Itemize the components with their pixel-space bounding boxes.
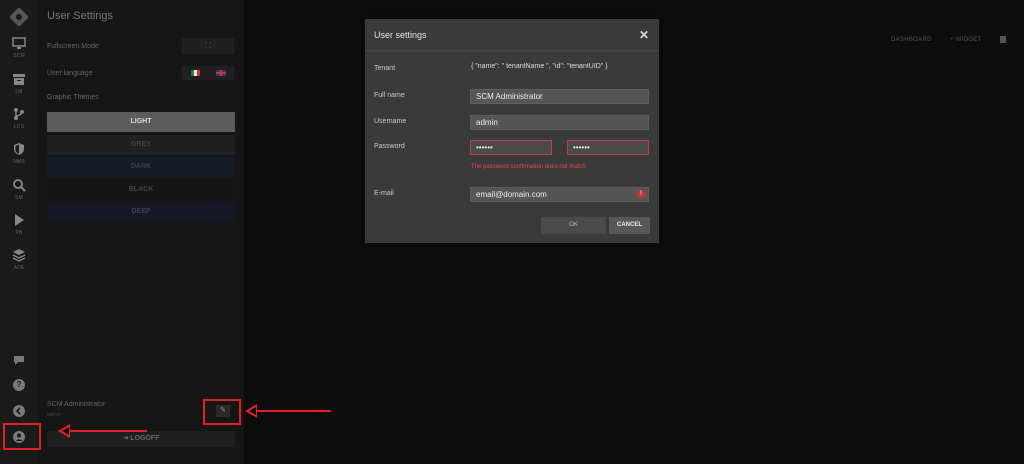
rail-item-ade[interactable]: ADE: [0, 246, 38, 280]
fullscreen-toggle-button[interactable]: ⛶: [182, 38, 234, 54]
autofill-key-icon[interactable]: !: [637, 190, 645, 198]
branch-icon: [14, 108, 24, 120]
current-user-username: admin: [47, 412, 61, 418]
logoff-button[interactable]: ⇥ LOGOFF: [47, 431, 235, 447]
rail-label-sm: SM: [15, 195, 23, 201]
rail-label-lm: LM: [15, 89, 23, 95]
password-confirm-input[interactable]: ••••••: [567, 140, 649, 155]
add-widget-link[interactable]: + WIDGET: [950, 37, 982, 43]
chat-button[interactable]: [0, 349, 38, 371]
icon-rail: SCM LM LCS NMS SM PB ADE ?: [0, 0, 38, 464]
italy-flag-icon: [190, 70, 200, 76]
theme-grey-button[interactable]: GREY: [47, 135, 235, 155]
language-label: User language: [47, 70, 93, 77]
email-label: E-mail: [374, 190, 394, 197]
back-button[interactable]: [0, 400, 38, 422]
rail-item-scm[interactable]: SCM: [0, 34, 38, 68]
password-label: Password: [374, 143, 405, 150]
chat-icon: [14, 356, 24, 365]
monitor-icon: [12, 37, 26, 49]
user-button-arrow-head: [58, 424, 70, 438]
rail-label-nms: NMS: [13, 159, 25, 165]
user-button-arrow-line: [66, 430, 147, 432]
tenant-value: { "name": " tenantName ", "id": "tenantU…: [471, 63, 608, 70]
edit-button-arrow-head: [245, 404, 257, 418]
password-error-message: The password confirmation does not match: [471, 164, 586, 170]
user-settings-dialog: User settings ✕ Tenant { "name": " tenan…: [365, 19, 659, 243]
back-icon: [13, 405, 25, 417]
cancel-button[interactable]: CANCEL: [609, 217, 650, 234]
user-button-highlight-box: [3, 423, 41, 450]
ok-button[interactable]: OK: [541, 217, 606, 234]
theme-deep-button[interactable]: DEEP: [47, 202, 235, 222]
rail-item-lcs[interactable]: LCS: [0, 105, 38, 139]
dashboard-link[interactable]: DASHBOARD: [891, 37, 932, 43]
fullscreen-icon: ⛶: [205, 41, 211, 50]
user-settings-panel: User Settings Fullscreen Mode ⛶ User lan…: [38, 0, 244, 464]
app-root: SCM LM LCS NMS SM PB ADE ? User Settings…: [0, 0, 1024, 464]
current-user-name: SCM Administrator: [47, 401, 106, 408]
layers-icon: [12, 249, 26, 262]
username-label: Username: [374, 118, 407, 125]
rail-item-nms[interactable]: NMS: [0, 140, 38, 174]
help-button[interactable]: ?: [0, 374, 38, 396]
shield-icon: [14, 143, 24, 155]
theme-dark-button[interactable]: DARK: [47, 157, 235, 177]
email-input[interactable]: email@domain.com: [470, 187, 649, 202]
tenant-label: Tenant: [374, 65, 396, 72]
username-input[interactable]: admin: [470, 115, 649, 130]
search-icon: [13, 179, 26, 192]
rail-label-scm: SCM: [13, 53, 25, 59]
rail-label-ade: ADE: [13, 265, 25, 271]
trash-icon[interactable]: [1000, 36, 1006, 43]
fullname-label: Full name: [374, 92, 405, 99]
fullname-input[interactable]: SCM Administrator: [470, 89, 649, 104]
close-icon[interactable]: ✕: [639, 28, 649, 42]
language-english-button[interactable]: [208, 66, 234, 80]
dialog-header: User settings ✕: [365, 19, 659, 51]
rail-label-lcs: LCS: [13, 124, 25, 130]
language-italian-button[interactable]: [182, 66, 208, 80]
themes-label: Graphic Themes: [47, 94, 99, 101]
rail-item-sm[interactable]: SM: [0, 176, 38, 210]
rail-item-pb[interactable]: PB: [0, 211, 38, 245]
rail-item-lm[interactable]: LM: [0, 70, 38, 104]
theme-light-button[interactable]: LIGHT: [47, 112, 235, 132]
uk-flag-icon: [216, 70, 226, 76]
rail-label-pb: PB: [15, 230, 23, 236]
theme-black-button[interactable]: BLACK: [47, 180, 235, 200]
help-icon: ?: [13, 379, 25, 391]
edit-button-arrow-line: [254, 410, 331, 412]
dialog-title: User settings: [374, 30, 427, 40]
app-logo[interactable]: [9, 7, 29, 27]
edit-button-highlight-box: [203, 399, 241, 425]
panel-title: User Settings: [47, 10, 114, 22]
password-input[interactable]: ••••••: [470, 140, 552, 155]
play-icon: [15, 214, 24, 226]
archive-icon: [13, 74, 25, 85]
fullscreen-label: Fullscreen Mode: [47, 43, 99, 50]
